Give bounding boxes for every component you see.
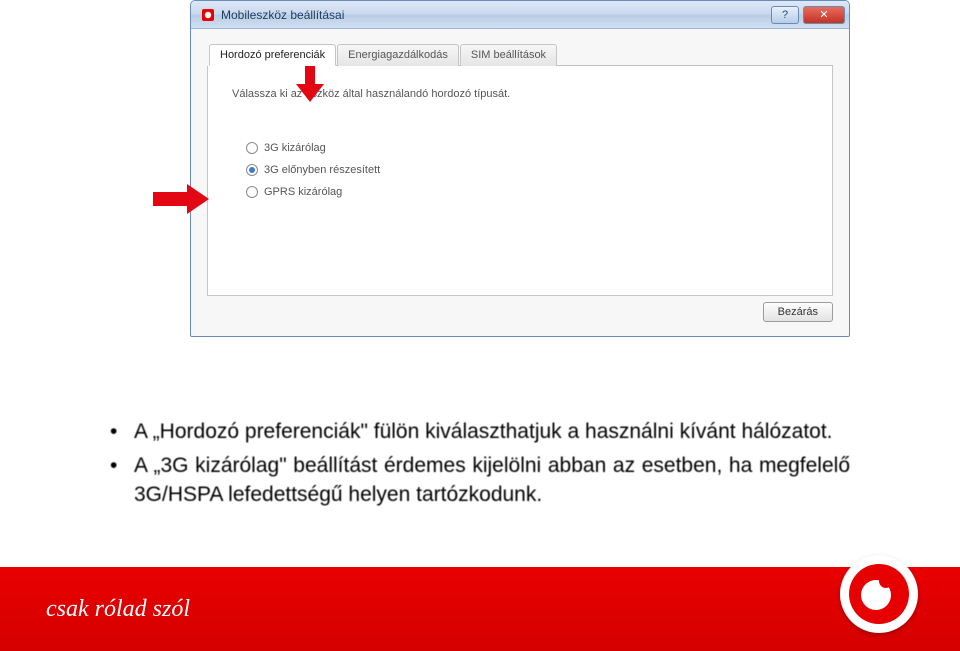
radio-indicator: [246, 142, 258, 154]
bullet-item: A „3G kizárólag" beállítást érdemes kije…: [110, 452, 850, 509]
radio-3g-preferred[interactable]: 3G előnyben részesített: [246, 164, 808, 176]
close-window-button[interactable]: ✕: [803, 6, 845, 24]
window-buttons: ? ✕: [771, 6, 845, 24]
tab-strip: Hordozó preferenciák Energiagazdálkodás …: [209, 43, 833, 66]
help-icon: ?: [782, 9, 788, 21]
page-body-text: A „Hordozó preferenciák" fülön kiválaszt…: [110, 418, 850, 515]
tab-label: Energiagazdálkodás: [348, 49, 448, 61]
tab-panel-carrier: Válassza ki az eszköz által használandó …: [207, 66, 833, 296]
radio-label: GPRS kizárólag: [264, 186, 342, 198]
button-label: Bezárás: [778, 306, 818, 318]
radio-gprs-only[interactable]: GPRS kizárólag: [246, 186, 808, 198]
close-icon: ✕: [819, 8, 828, 21]
footer-slogan: csak rólad szól: [46, 596, 190, 623]
tab-label: SIM beállítások: [471, 49, 546, 61]
vodafone-logo: [840, 555, 918, 633]
window-body: Hordozó preferenciák Energiagazdálkodás …: [191, 29, 849, 336]
radio-indicator: [246, 164, 258, 176]
instruction-text: Válassza ki az eszköz által használandó …: [232, 88, 808, 100]
tab-sim-settings[interactable]: SIM beállítások: [460, 44, 557, 66]
radio-label: 3G előnyben részesített: [264, 164, 380, 176]
app-icon: [201, 8, 215, 22]
bullet-item: A „Hordozó preferenciák" fülön kiválaszt…: [110, 418, 850, 446]
dialog-footer: Bezárás: [207, 302, 833, 322]
radio-label: 3G kizárólag: [264, 142, 326, 154]
tab-carrier-preferences[interactable]: Hordozó preferenciák: [209, 44, 336, 66]
help-button[interactable]: ?: [771, 6, 799, 24]
window: Mobileszköz beállításai ? ✕ Hordozó pref…: [190, 0, 850, 337]
window-title: Mobileszköz beállításai: [221, 8, 771, 22]
tab-energy-management[interactable]: Energiagazdálkodás: [337, 44, 459, 66]
radio-indicator: [246, 186, 258, 198]
radio-3g-only[interactable]: 3G kizárólag: [246, 142, 808, 154]
close-button[interactable]: Bezárás: [763, 302, 833, 322]
tab-label: Hordozó preferenciák: [220, 49, 325, 61]
footer-bar: csak rólad szól: [0, 567, 960, 651]
radio-group: 3G kizárólag 3G előnyben részesített GPR…: [246, 142, 808, 198]
settings-dialog-screenshot: Mobileszköz beállításai ? ✕ Hordozó pref…: [190, 0, 850, 380]
titlebar: Mobileszköz beállításai ? ✕: [191, 1, 849, 29]
